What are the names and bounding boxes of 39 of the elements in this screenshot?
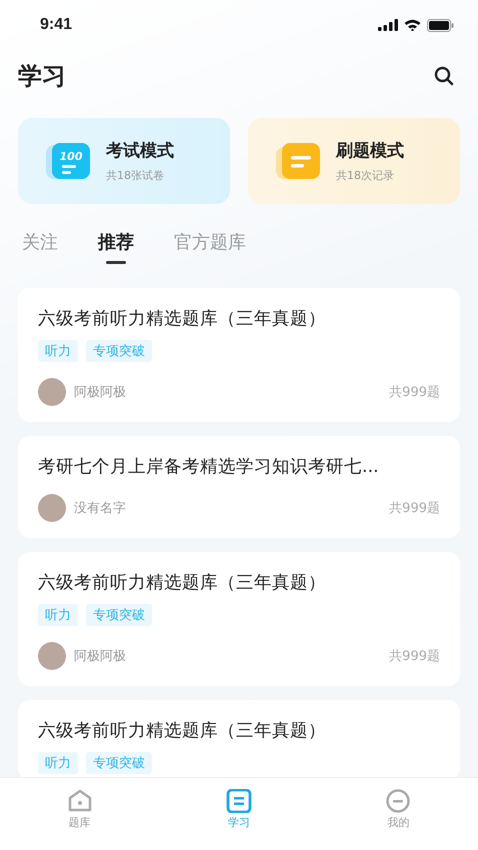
card-title: 六级考前听力精选题库（三年真题）	[38, 308, 327, 330]
battery-icon	[427, 18, 454, 32]
mode-subtitle: 共18张试卷	[106, 168, 165, 183]
question-bank-card[interactable]: 六级考前听力精选题库（三年真题） 听力 专项突破 阿极阿极 共999题	[18, 288, 460, 422]
mode-title: 刷题模式	[336, 140, 404, 162]
question-count: 共999题	[389, 648, 440, 665]
mode-title: 考试模式	[106, 140, 174, 162]
tag: 听力	[38, 604, 78, 626]
avatar	[38, 494, 66, 522]
mode-subtitle: 共18次记录	[336, 168, 395, 183]
mode-card[interactable]: 刷题模式 共18次记录	[248, 118, 460, 204]
card-title: 六级考前听力精选题库（三年真题）	[38, 720, 327, 742]
question-bank-card[interactable]: 六级考前听力精选题库（三年真题） 听力 专项突破 阿极阿极 共999题	[18, 552, 460, 686]
tag: 专项突破	[86, 752, 152, 774]
avatar	[38, 642, 66, 670]
home-icon	[66, 789, 93, 813]
card-title: 考研七个月上岸备考精选学习知识考研七...	[38, 456, 380, 478]
author-name: 阿极阿极	[74, 384, 127, 401]
author-name: 阿极阿极	[74, 648, 127, 665]
tag: 专项突破	[86, 604, 152, 626]
author-name: 没有名字	[74, 500, 127, 517]
avatar	[38, 378, 66, 406]
page-title: 学习	[18, 61, 66, 92]
tab[interactable]: 推荐	[98, 230, 134, 264]
tag: 专项突破	[86, 340, 152, 362]
signal-icon	[378, 19, 398, 31]
question-bank-card[interactable]: 考研七个月上岸备考精选学习知识考研七... 没有名字 共999题	[18, 436, 460, 538]
tag: 听力	[38, 340, 78, 362]
status-time: 9:41	[40, 16, 72, 34]
mode-card[interactable]: 100 考试模式 共18张试卷	[18, 118, 230, 204]
question-count: 共999题	[389, 500, 440, 517]
card-title: 六级考前听力精选题库（三年真题）	[38, 572, 327, 594]
list-icon	[226, 789, 252, 813]
tag: 听力	[38, 752, 78, 774]
question-count: 共999题	[389, 384, 440, 401]
search-icon[interactable]	[434, 66, 454, 86]
document-icon	[276, 141, 322, 181]
wifi-icon	[404, 19, 421, 31]
question-bank-card[interactable]: 六级考前听力精选题库（三年真题） 听力 专项突破	[18, 700, 460, 777]
